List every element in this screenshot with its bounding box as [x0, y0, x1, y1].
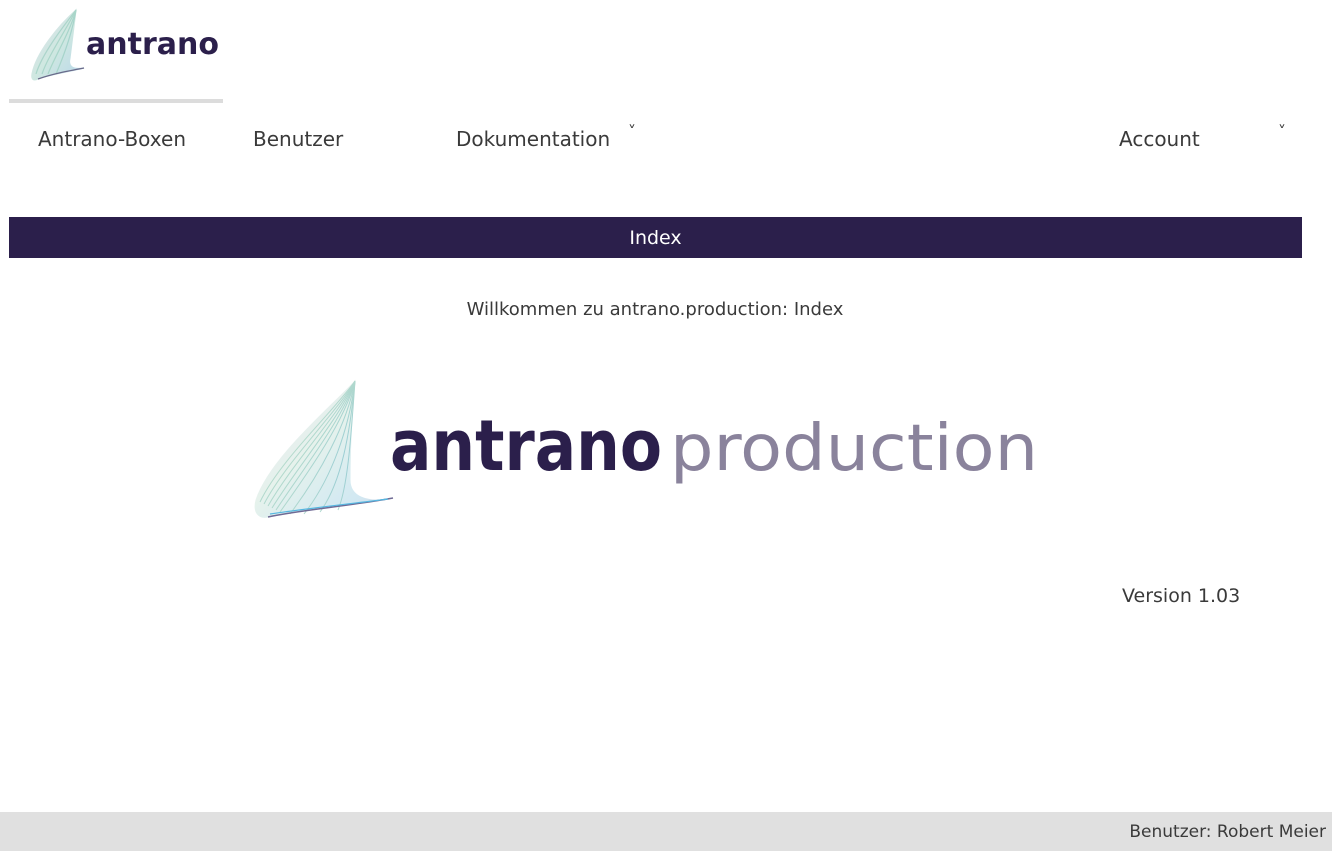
- nav-item-account[interactable]: Account: [1119, 127, 1200, 151]
- page-title: Index: [629, 226, 682, 249]
- footer: Benutzer: Robert Meier: [0, 812, 1332, 851]
- footer-current-user: Benutzer: Robert Meier: [1129, 822, 1326, 842]
- logo-word-production: production: [670, 412, 1038, 486]
- header-divider: [9, 99, 223, 103]
- header-logo-text: antrano: [86, 27, 219, 62]
- logo-word-antrano: antrano: [390, 405, 662, 487]
- nav-item-antrano-boxen[interactable]: Antrano-Boxen: [38, 127, 186, 151]
- dokumentation-chevron-down-icon[interactable]: ˅: [628, 122, 636, 141]
- page: antrano Antrano-Boxen Benutzer Dokumenta…: [0, 0, 1332, 851]
- nav-item-dokumentation[interactable]: Dokumentation: [456, 127, 610, 151]
- header-logo[interactable]: antrano: [28, 8, 248, 84]
- page-title-bar: Index: [9, 217, 1302, 258]
- sail-icon: [31, 8, 85, 81]
- version-label: Version 1.03: [1122, 585, 1241, 607]
- account-chevron-down-icon[interactable]: ˅: [1278, 122, 1286, 141]
- welcome-message: Willkommen zu antrano.production: Index: [466, 299, 844, 320]
- nav-item-benutzer[interactable]: Benutzer: [253, 127, 343, 151]
- antrano-production-logo: antrano production: [250, 378, 1050, 523]
- sail-icon: [254, 379, 394, 518]
